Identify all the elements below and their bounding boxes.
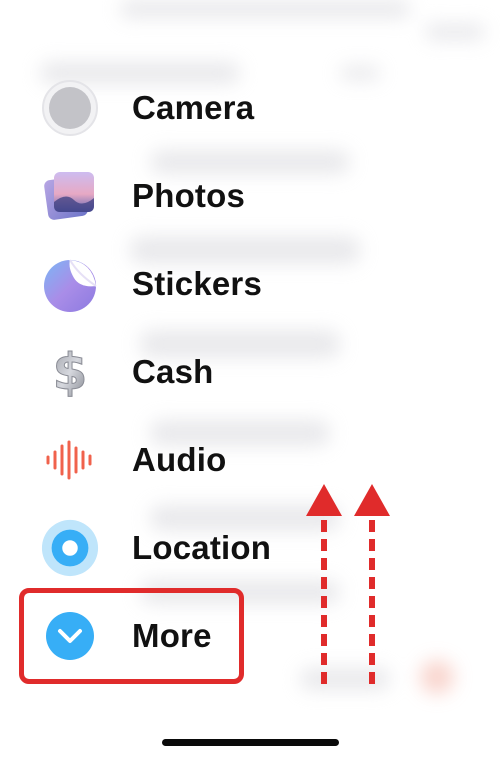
menu-item-photos[interactable]: Photos xyxy=(40,166,300,226)
cash-icon: $ xyxy=(40,342,100,402)
svg-text:$: $ xyxy=(53,343,88,401)
menu-item-label: Camera xyxy=(132,89,255,126)
audio-icon xyxy=(40,430,100,490)
menu-item-location[interactable]: Location xyxy=(40,518,300,578)
stickers-icon xyxy=(40,254,100,314)
location-icon xyxy=(40,518,100,578)
home-indicator[interactable] xyxy=(162,739,339,746)
highlight-box-more xyxy=(19,588,244,684)
camera-icon xyxy=(40,78,100,138)
menu-item-audio[interactable]: Audio xyxy=(40,430,300,490)
arrow-up-icon xyxy=(354,484,390,684)
menu-item-camera[interactable]: Camera xyxy=(40,78,300,138)
arrow-up-icon xyxy=(306,484,342,684)
menu-item-label: Cash xyxy=(132,353,214,390)
menu-item-cash[interactable]: $ Cash xyxy=(40,342,300,402)
menu-item-stickers[interactable]: Stickers xyxy=(40,254,300,314)
menu-item-label: Location xyxy=(132,529,272,566)
menu-item-label: Audio xyxy=(132,441,227,478)
photos-icon xyxy=(40,166,100,226)
menu-item-label: Photos xyxy=(132,177,246,214)
menu-item-label: Stickers xyxy=(132,265,263,302)
